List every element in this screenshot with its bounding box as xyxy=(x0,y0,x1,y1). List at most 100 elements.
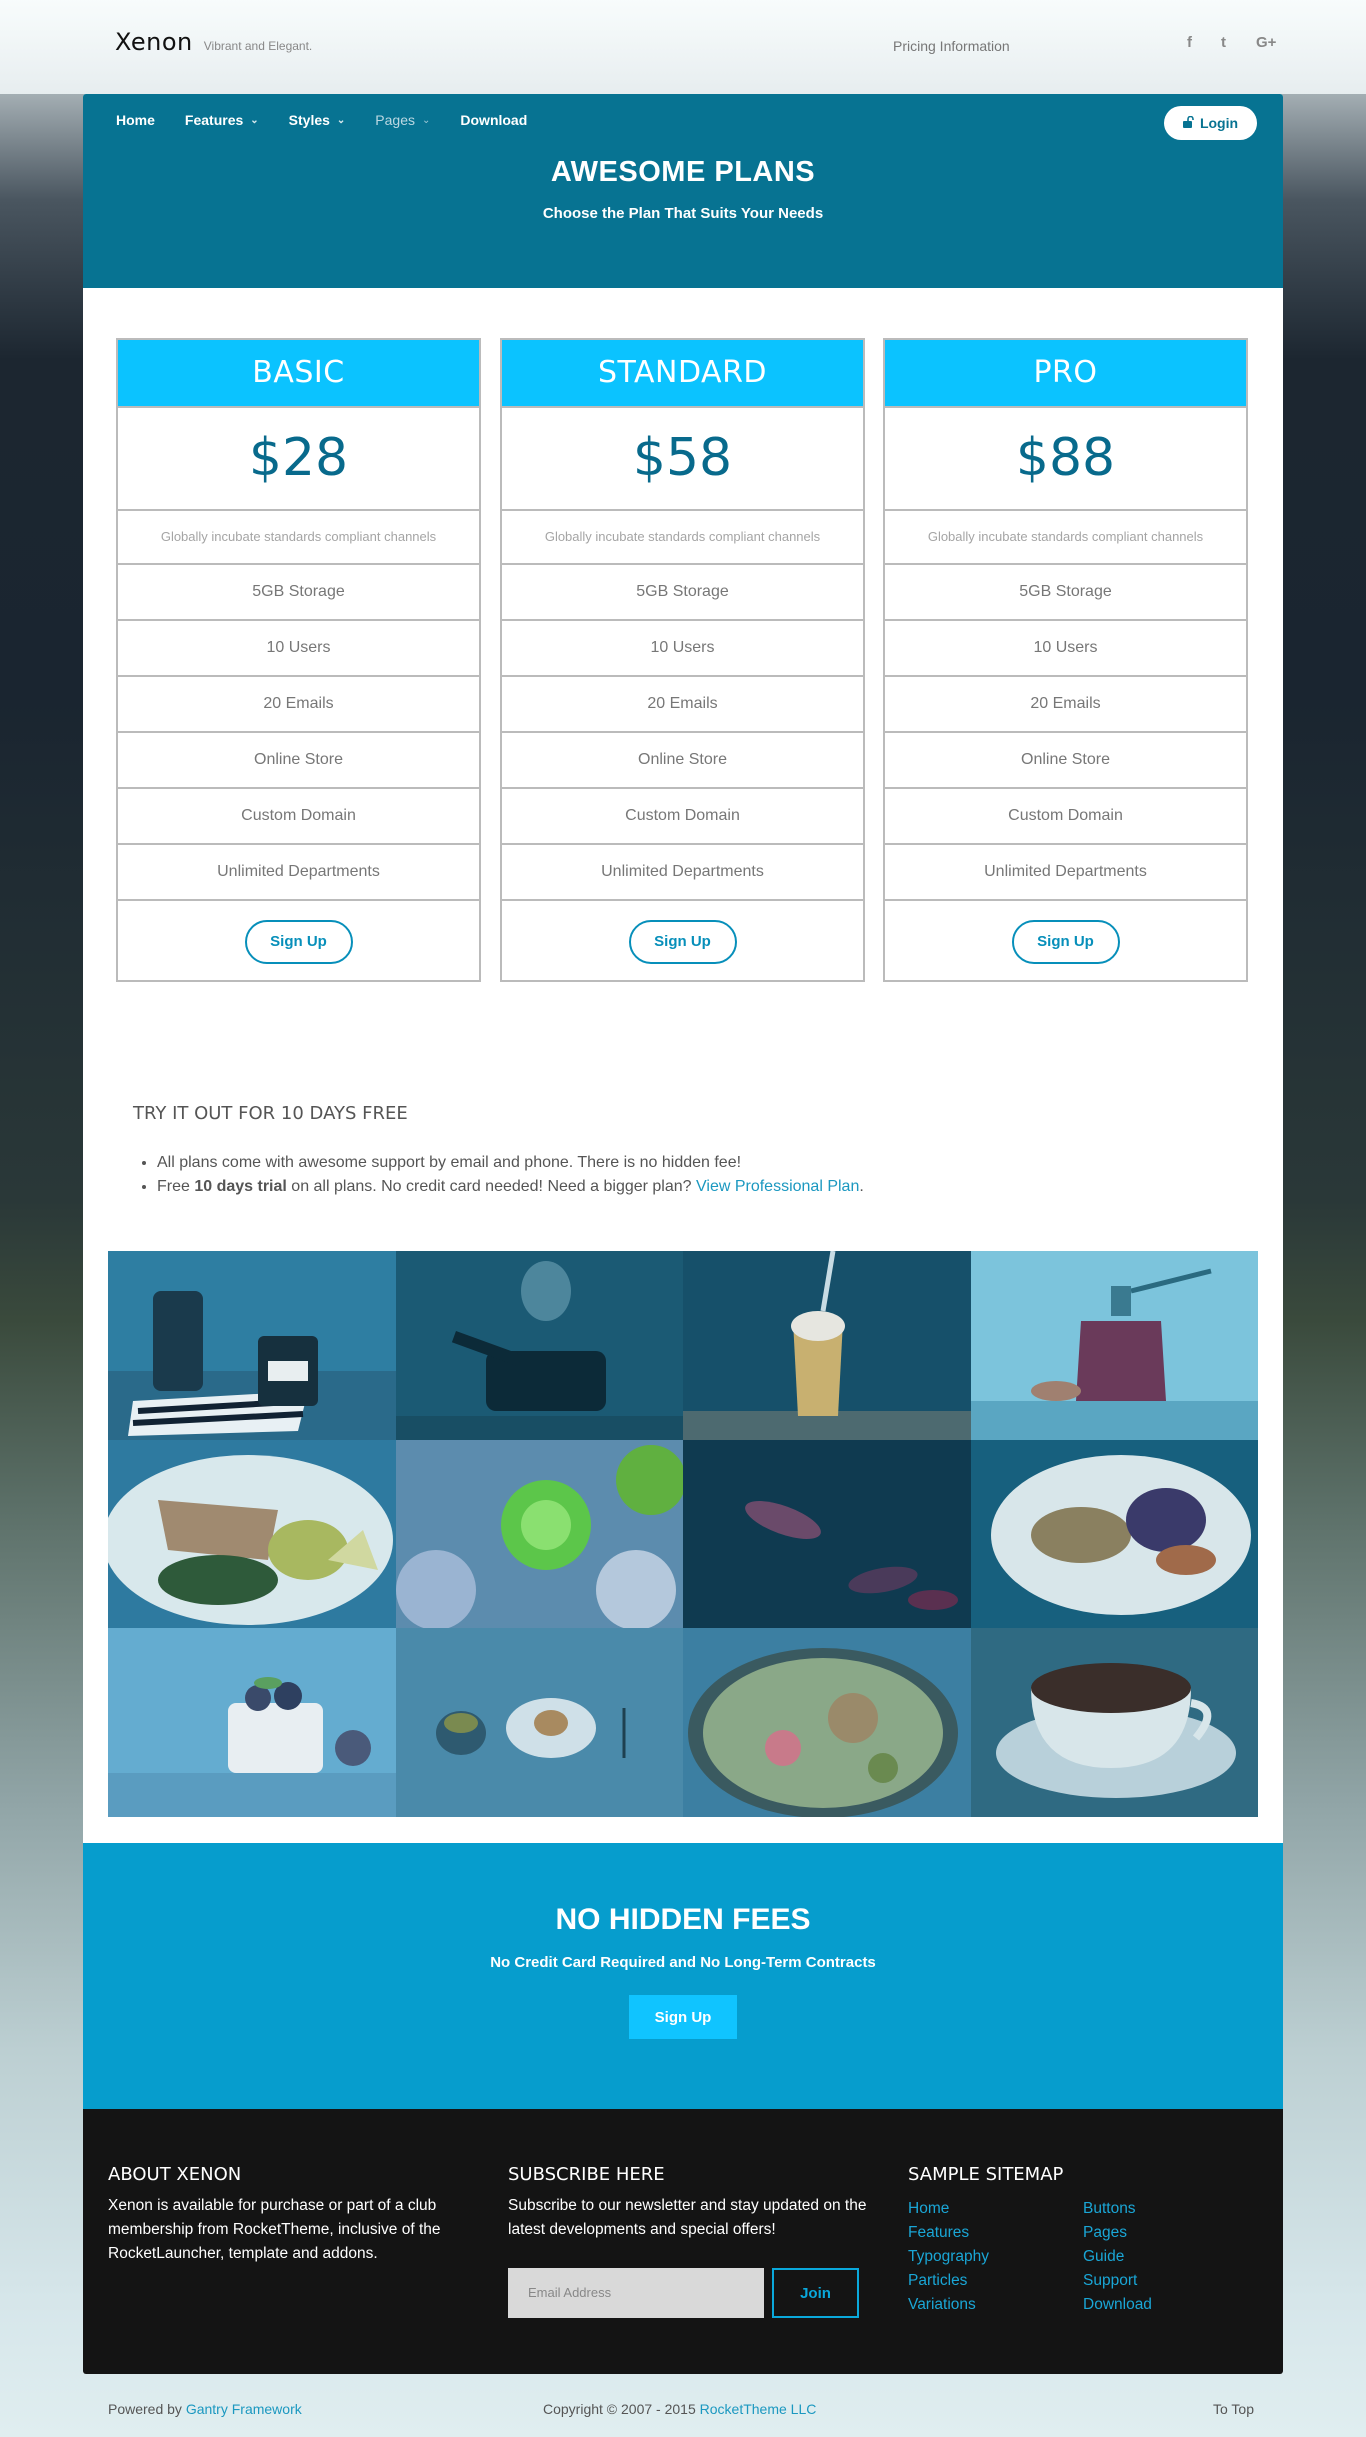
nav-item-styles[interactable]: Styles ⌄ xyxy=(289,112,346,128)
plan-description: Globally incubate standards compliant ch… xyxy=(502,509,863,563)
gallery-image-flower[interactable] xyxy=(395,1439,683,1629)
gantry-framework-link[interactable]: Gantry Framework xyxy=(186,2401,302,2417)
cta-subtitle: No Credit Card Required and No Long-Term… xyxy=(490,1954,876,1971)
plan-feature: 10 Users xyxy=(502,619,863,675)
gallery-image-pot[interactable] xyxy=(395,1251,683,1440)
plan-price: $88 xyxy=(885,406,1246,509)
plan-feature: Unlimited Departments xyxy=(118,843,479,899)
gallery-image-koi[interactable] xyxy=(683,1439,971,1629)
sitemap-column-1: Home Features Typography Particles Varia… xyxy=(908,2197,989,2317)
list-item: Free 10 days trial on all plans. No cred… xyxy=(157,1175,864,1199)
sitemap-heading: SAMPLE SITEMAP xyxy=(908,2164,1064,2185)
nav-item-home[interactable]: Home xyxy=(116,112,155,128)
join-button[interactable]: Join xyxy=(772,2268,859,2318)
facebook-icon[interactable]: f xyxy=(1187,34,1192,51)
plan-description: Globally incubate standards compliant ch… xyxy=(885,509,1246,563)
google-plus-icon[interactable]: G+ xyxy=(1256,34,1276,51)
sitemap-link-buttons[interactable]: Buttons xyxy=(1083,2197,1152,2221)
signup-button[interactable]: Sign Up xyxy=(244,919,353,964)
plan-feature: 5GB Storage xyxy=(118,563,479,619)
plan-feature: Custom Domain xyxy=(502,787,863,843)
login-label: Login xyxy=(1199,115,1239,131)
plan-feature: 20 Emails xyxy=(502,675,863,731)
gallery-image-salad[interactable] xyxy=(683,1628,971,1817)
sitemap-link-variations[interactable]: Variations xyxy=(908,2293,989,2317)
login-button[interactable]: Login xyxy=(1164,106,1257,140)
chevron-down-icon: ⌄ xyxy=(422,114,431,126)
sitemap-link-typography[interactable]: Typography xyxy=(908,2245,989,2269)
brand-name[interactable]: Xenon xyxy=(115,28,193,56)
trial-end: . xyxy=(859,1178,864,1195)
gallery-image-honey[interactable] xyxy=(970,1251,1258,1440)
plan-card-basic: BASIC $28 Globally incubate standards co… xyxy=(116,338,481,982)
sitemap-link-pages[interactable]: Pages xyxy=(1083,2221,1152,2245)
gallery-image-fish[interactable] xyxy=(108,1439,396,1629)
sitemap-link-download[interactable]: Download xyxy=(1083,2293,1152,2317)
nav-label: Pages xyxy=(375,112,415,128)
plan-feature: 20 Emails xyxy=(885,675,1246,731)
plan-feature: Unlimited Departments xyxy=(885,843,1246,899)
signup-button[interactable]: Sign Up xyxy=(628,919,737,964)
subscribe-text: Subscribe to our newsletter and stay upd… xyxy=(508,2197,867,2238)
nav-label: Styles xyxy=(288,112,330,128)
plan-feature: Unlimited Departments xyxy=(502,843,863,899)
plan-feature: 20 Emails xyxy=(118,675,479,731)
nav-item-pages[interactable]: Pages ⌄ xyxy=(375,112,430,128)
plan-footer: Sign Up xyxy=(118,899,479,982)
sitemap-link-guide[interactable]: Guide xyxy=(1083,2245,1152,2269)
plan-footer: Sign Up xyxy=(885,899,1246,982)
nav-item-download[interactable]: Download xyxy=(460,112,527,128)
plan-feature: Custom Domain xyxy=(118,787,479,843)
unlock-icon xyxy=(1182,115,1194,131)
plan-feature: 5GB Storage xyxy=(885,563,1246,619)
plan-name: STANDARD xyxy=(502,340,863,406)
sitemap-link-support[interactable]: Support xyxy=(1083,2269,1152,2293)
brand[interactable]: Xenon Vibrant and Elegant. xyxy=(115,28,312,56)
gallery-image-espresso[interactable] xyxy=(970,1628,1258,1817)
nav-item-features[interactable]: Features ⌄ xyxy=(185,112,259,128)
plan-footer: Sign Up xyxy=(502,899,863,982)
sitemap-link-features[interactable]: Features xyxy=(908,2221,989,2245)
cta-signup-button[interactable]: Sign Up xyxy=(629,1995,737,2039)
plan-name: PRO xyxy=(885,340,1246,406)
plan-feature: Online Store xyxy=(118,731,479,787)
nav-label: Download xyxy=(460,112,528,128)
trial-text: on all plans. No credit card needed! Nee… xyxy=(286,1178,696,1195)
signup-button[interactable]: Sign Up xyxy=(1011,919,1120,964)
gallery-image-tea[interactable] xyxy=(395,1628,683,1817)
cta-section: NO HIDDEN FEES No Credit Card Required a… xyxy=(83,1843,1283,2109)
gallery-image-plate[interactable] xyxy=(970,1439,1258,1629)
rockettheme-link[interactable]: RocketTheme LLC xyxy=(700,2401,817,2417)
gallery-image-cake[interactable] xyxy=(108,1628,396,1817)
gallery-image-coffee[interactable] xyxy=(108,1251,396,1440)
nav-label: Home xyxy=(116,112,155,128)
trial-list: All plans come with awesome support by e… xyxy=(157,1151,864,1199)
copyright: Copyright © 2007 - 2015 RocketTheme LLC xyxy=(543,2401,816,2417)
plan-feature: Online Store xyxy=(885,731,1246,787)
twitter-icon[interactable]: t xyxy=(1221,34,1226,51)
main-container: Home Features ⌄ Styles ⌄ Pages ⌄ Download L… xyxy=(83,94,1283,2374)
email-field[interactable]: Email Address xyxy=(508,2268,764,2318)
trial-text: Free xyxy=(157,1178,195,1195)
sitemap-link-particles[interactable]: Particles xyxy=(908,2269,989,2293)
powered-by: Powered by Gantry Framework xyxy=(108,2401,302,2417)
chevron-down-icon: ⌄ xyxy=(250,114,259,126)
plan-feature: 10 Users xyxy=(118,619,479,675)
nav-label: Features xyxy=(184,112,244,128)
plan-feature: Online Store xyxy=(502,731,863,787)
sitemap-link-home[interactable]: Home xyxy=(908,2197,989,2221)
view-professional-plan-link[interactable]: View Professional Plan xyxy=(696,1178,859,1195)
plan-card-pro: PRO $88 Globally incubate standards comp… xyxy=(883,338,1248,982)
pricing-information-link[interactable]: Pricing Information xyxy=(893,38,1010,54)
subscribe-heading: SUBSCRIBE HERE xyxy=(508,2164,665,2185)
gallery-image-beer[interactable] xyxy=(683,1251,971,1440)
sitemap-column-2: Buttons Pages Guide Support Download xyxy=(1083,2197,1152,2317)
plan-description: Globally incubate standards compliant ch… xyxy=(118,509,479,563)
page-title: AWESOME PLANS xyxy=(550,156,816,188)
to-top-link[interactable]: To Top xyxy=(1213,2401,1254,2417)
plan-price: $28 xyxy=(118,406,479,509)
top-bar: Xenon Vibrant and Elegant. Pricing Infor… xyxy=(0,0,1366,94)
main-nav: Home Features ⌄ Styles ⌄ Pages ⌄ Download xyxy=(116,112,557,128)
cta-title: NO HIDDEN FEES xyxy=(555,1903,811,1936)
plan-price: $58 xyxy=(502,406,863,509)
